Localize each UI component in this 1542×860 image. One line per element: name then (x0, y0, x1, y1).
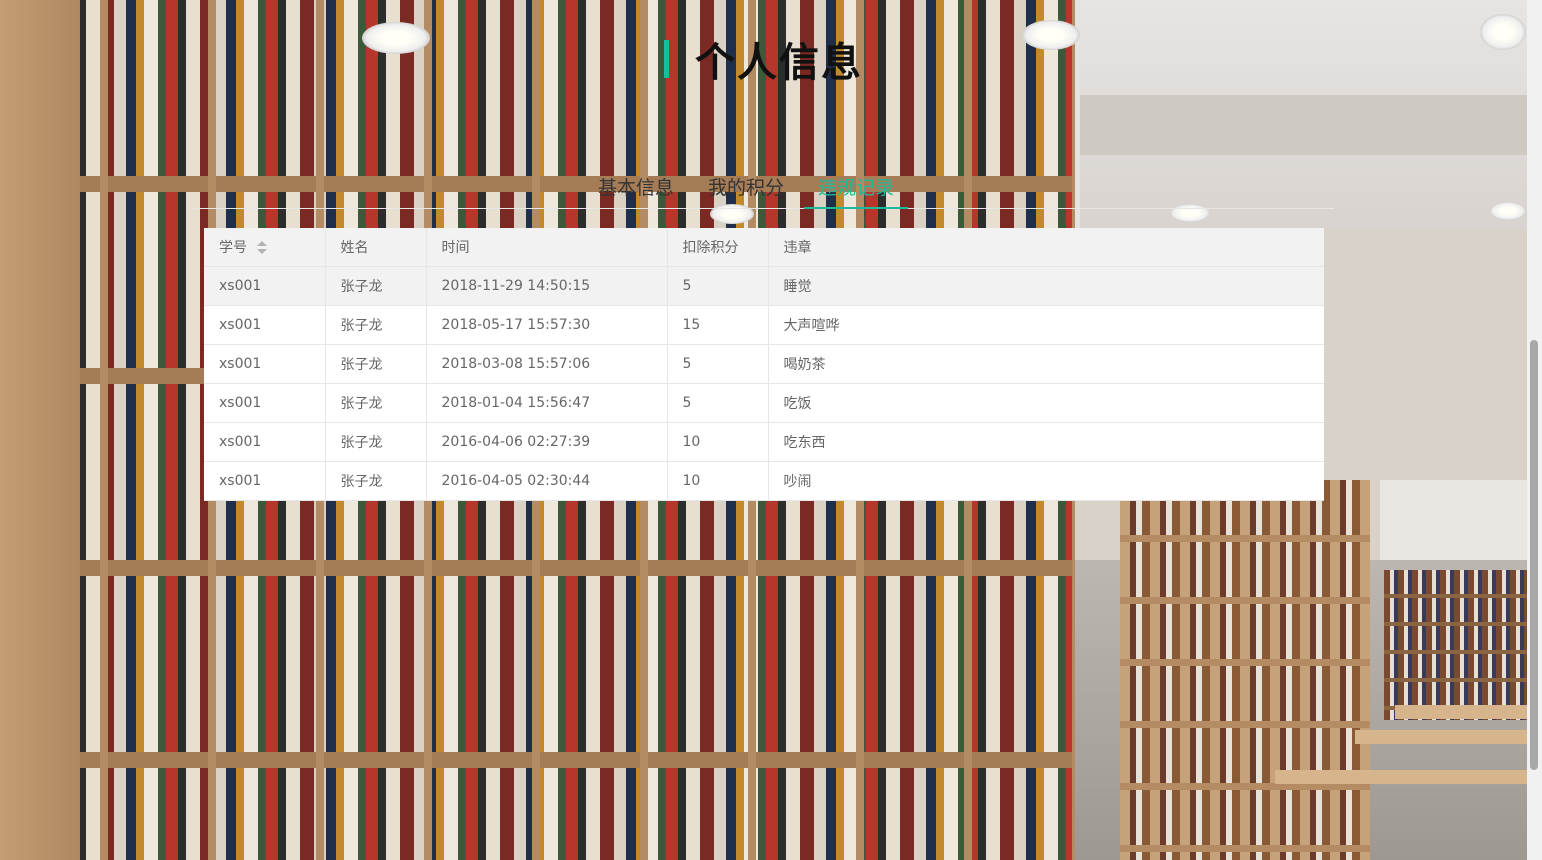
cell-student-id: xs001 (204, 383, 326, 423)
tab-my-points[interactable]: 我的积分 (708, 172, 784, 208)
cell-student-id: xs001 (204, 344, 326, 384)
tab-bar: 基本信息 我的积分 违规记录 (194, 172, 1334, 209)
table-row[interactable]: xs001 张子龙 2016-04-05 02:30:44 10 吵闹 (204, 461, 1324, 501)
column-header-deducted-points: 扣除积分 (667, 228, 769, 267)
reading-table (1395, 705, 1527, 719)
table-row[interactable]: xs001 张子龙 2018-03-08 15:57:06 5 喝奶茶 (204, 344, 1324, 384)
table-row[interactable]: xs001 张子龙 2018-01-04 15:56:47 5 吃饭 (204, 383, 1324, 423)
table-header-row: 学号 姓名 时间 扣除积分 违章 (204, 228, 1324, 267)
reading-table (1275, 770, 1527, 784)
vertical-scrollbar[interactable] (1527, 0, 1542, 860)
cell-name: 张子龙 (325, 383, 427, 423)
column-header-name: 姓名 (325, 228, 427, 267)
cell-time: 2016-04-05 02:30:44 (426, 461, 668, 501)
cell-name: 张子龙 (325, 461, 427, 501)
column-header-student-id[interactable]: 学号 (204, 228, 326, 267)
bookshelf-side (0, 0, 80, 860)
cell-time: 2018-01-04 15:56:47 (426, 383, 668, 423)
cell-violation: 喝奶茶 (768, 344, 1324, 384)
cell-name: 张子龙 (325, 305, 427, 345)
violation-table: 学号 姓名 时间 扣除积分 违章 xs001 张子龙 2018-11-29 14… (204, 228, 1324, 501)
cell-violation: 睡觉 (768, 266, 1324, 306)
cell-deducted-points: 10 (667, 422, 769, 462)
cell-deducted-points: 5 (667, 266, 769, 306)
cell-time: 2018-05-17 15:57:30 (426, 305, 668, 345)
cell-time: 2016-04-06 02:27:39 (426, 422, 668, 462)
cell-student-id: xs001 (204, 266, 326, 306)
ceiling-lamp-icon (1490, 202, 1526, 220)
page-title: 个人信息 (695, 40, 863, 86)
page-title-wrap: 个人信息 (664, 36, 863, 86)
ceiling-lamp-icon (1022, 20, 1080, 50)
table-row[interactable]: xs001 张子龙 2018-05-17 15:57:30 15 大声喧哗 (204, 305, 1324, 345)
cell-deducted-points: 15 (667, 305, 769, 345)
cell-name: 张子龙 (325, 344, 427, 384)
cell-deducted-points: 10 (667, 461, 769, 501)
bookshelf-far (1384, 570, 1527, 720)
cell-violation: 吵闹 (768, 461, 1324, 501)
ceiling-lamp-icon (362, 22, 430, 54)
tab-basic-info[interactable]: 基本信息 (598, 172, 674, 208)
column-header-violation: 违章 (768, 228, 1324, 267)
cell-student-id: xs001 (204, 461, 326, 501)
cell-name: 张子龙 (325, 266, 427, 306)
column-header-time: 时间 (426, 228, 668, 267)
table-row[interactable]: xs001 张子龙 2018-11-29 14:50:15 5 睡觉 (204, 266, 1324, 306)
cell-violation: 吃饭 (768, 383, 1324, 423)
cell-time: 2018-03-08 15:57:06 (426, 344, 668, 384)
cell-violation: 吃东西 (768, 422, 1324, 462)
cell-student-id: xs001 (204, 305, 326, 345)
scrollbar-thumb[interactable] (1530, 340, 1538, 770)
cell-name: 张子龙 (325, 422, 427, 462)
table-row[interactable]: xs001 张子龙 2016-04-06 02:27:39 10 吃东西 (204, 422, 1324, 462)
title-accent-bar (664, 40, 669, 78)
bookshelf-right (1120, 480, 1370, 860)
cell-time: 2018-11-29 14:50:15 (426, 266, 668, 306)
ceiling-lamp-icon (1480, 14, 1526, 50)
cell-deducted-points: 5 (667, 344, 769, 384)
cell-violation: 大声喧哗 (768, 305, 1324, 345)
tab-violation-records[interactable]: 违规记录 (803, 172, 909, 209)
sort-icon[interactable] (257, 241, 267, 255)
reading-table (1355, 730, 1527, 744)
cell-deducted-points: 5 (667, 383, 769, 423)
cell-student-id: xs001 (204, 422, 326, 462)
